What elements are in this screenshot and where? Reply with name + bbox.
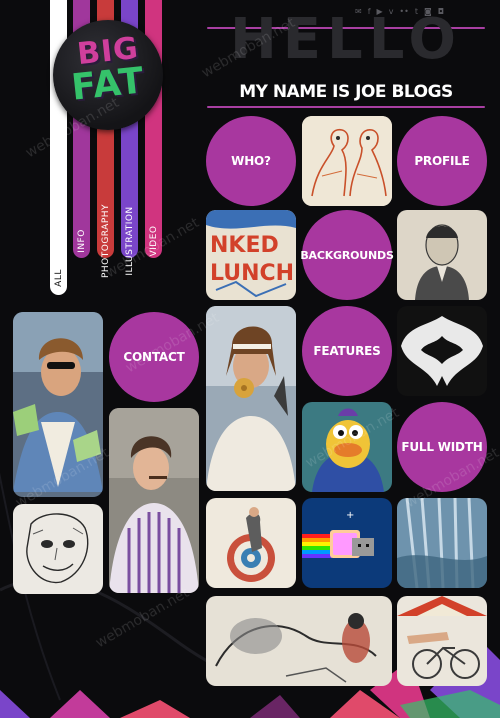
heading-bottom-rule xyxy=(207,106,485,108)
nav-all-label: ALL xyxy=(53,269,64,287)
blue-painting-thumbnail[interactable] xyxy=(397,498,487,588)
nyan-cat-thumbnail[interactable]: + xyxy=(302,498,392,588)
nav-info-label: INFO xyxy=(76,229,87,253)
features-circle[interactable]: FEATURES xyxy=(302,306,392,396)
profile-circle[interactable]: PROFILE xyxy=(397,116,487,206)
backgrounds-label: BACKGROUNDS xyxy=(300,248,394,262)
skull-drawing-thumbnail[interactable] xyxy=(13,504,103,594)
creature-drawing-thumbnail[interactable] xyxy=(206,596,392,686)
ghost-heading: HELLO xyxy=(229,10,463,62)
svg-text:NKED: NKED xyxy=(210,233,279,258)
backgrounds-circle[interactable]: BACKGROUNDS xyxy=(300,210,394,300)
naked-lunch-thumbnail[interactable]: NKED LUNCH xyxy=(206,210,296,300)
yellow-puppet-photo[interactable] xyxy=(302,402,392,492)
svg-text:+: + xyxy=(346,510,354,521)
contact-label: CONTACT xyxy=(123,350,185,364)
target-illustration-thumbnail[interactable] xyxy=(206,498,296,588)
money-man-photo[interactable] xyxy=(13,312,103,497)
profile-label: PROFILE xyxy=(414,154,470,168)
who-circle[interactable]: WHO? xyxy=(206,116,296,206)
inkblot-thumbnail[interactable] xyxy=(397,306,487,396)
nav-illustration-label: ILLUSTRATION xyxy=(124,206,135,276)
sketch-two-men-thumbnail[interactable] xyxy=(302,116,392,206)
svg-text:LUNCH: LUNCH xyxy=(210,261,294,286)
full-width-label: FULL WIDTH xyxy=(401,440,483,454)
bicycle-scene-thumbnail[interactable] xyxy=(397,596,487,686)
sketch-portrait-thumbnail[interactable] xyxy=(397,210,487,300)
who-label: WHO? xyxy=(231,154,271,168)
full-width-circle[interactable]: FULL WIDTH xyxy=(397,402,487,492)
page-title: MY NAME IS JOE BLOGS xyxy=(239,82,453,102)
features-label: FEATURES xyxy=(313,344,381,358)
cigar-man-photo[interactable] xyxy=(109,408,199,593)
site-logo[interactable]: BIG FAT xyxy=(53,20,163,130)
contact-circle[interactable]: CONTACT xyxy=(109,312,199,402)
nav-photography-label: PHOTOGRAPHY xyxy=(100,203,111,279)
nav-video-label: VIDEO xyxy=(148,225,159,257)
donut-eater-photo[interactable] xyxy=(206,306,296,491)
